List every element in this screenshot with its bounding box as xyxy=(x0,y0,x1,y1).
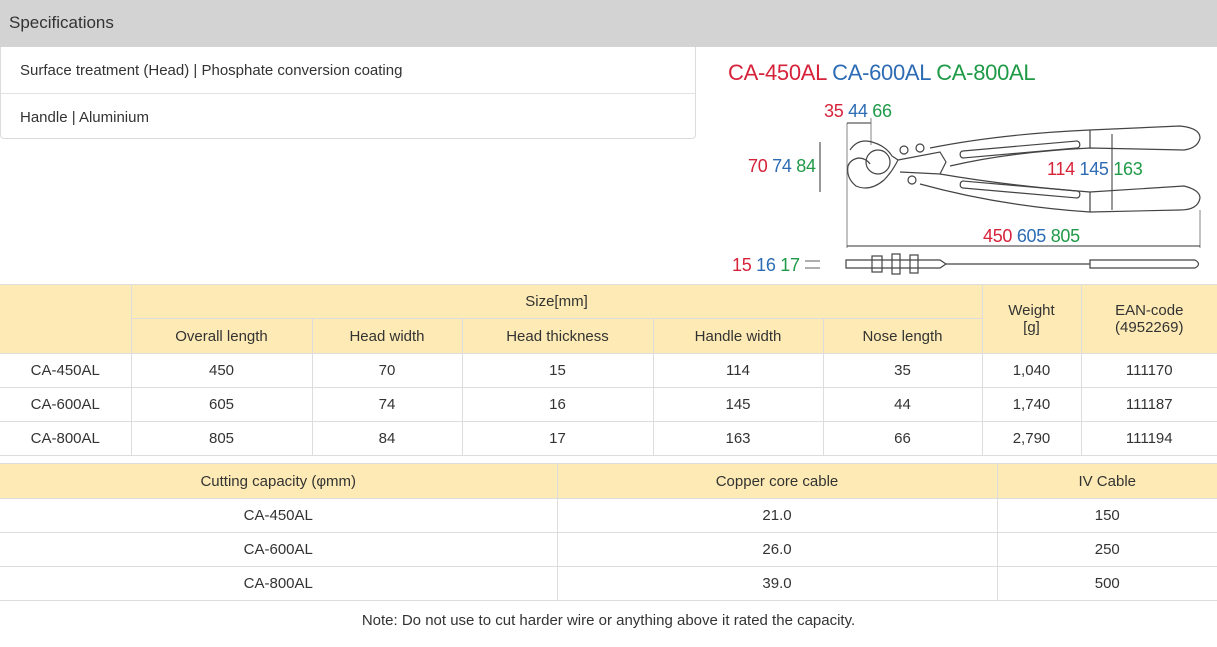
head-thickness-3: 17 xyxy=(780,255,800,275)
column-header-head-width: Head width xyxy=(311,318,463,354)
column-header-cutting-capacity: Cutting capacity (φmm) xyxy=(0,463,558,499)
pivot-bolt-1 xyxy=(899,145,909,155)
model-cell: CA-450AL xyxy=(0,353,132,388)
size-table: Size[mm] Weight [g] EAN-code (4952269) O… xyxy=(0,284,1217,456)
weight-cell: 1,740 xyxy=(981,387,1082,422)
model-title-1: CA-450AL xyxy=(728,60,827,85)
column-header-handle-width: Handle width xyxy=(652,318,824,354)
cutter-head xyxy=(847,140,899,189)
head-thickness-labels: 15 16 17 xyxy=(732,255,800,276)
overall-length-cell: 805 xyxy=(130,421,313,456)
copper-cell: 21.0 xyxy=(556,498,998,533)
model-cell: CA-600AL xyxy=(0,387,132,422)
table-row: CA-800AL 805 84 17 163 66 2,790 111194 xyxy=(0,421,1217,456)
section-title: Specifications xyxy=(9,13,114,32)
cable-cutter-diagram xyxy=(805,118,1201,275)
model-title-2: CA-600AL xyxy=(832,60,931,85)
column-header-head-thickness: Head thickness xyxy=(461,318,654,354)
side-view-bolt-2 xyxy=(891,253,901,275)
spec-list: Surface treatment (Head) | Phosphate con… xyxy=(0,47,696,139)
ean-header-label: EAN-code xyxy=(1115,302,1184,319)
side-view-bolt-3 xyxy=(909,254,919,274)
lower-handle xyxy=(919,173,1201,213)
column-header-copper-core-cable: Copper core cable xyxy=(556,463,998,499)
side-view-head xyxy=(845,259,948,269)
head-width-1: 70 xyxy=(748,156,768,176)
pivot-bolt-2 xyxy=(915,143,925,153)
ean-cell: 111194 xyxy=(1080,421,1217,456)
cutter-body xyxy=(897,151,947,175)
head-width-cell: 84 xyxy=(311,421,463,456)
column-header-overall-length: Overall length xyxy=(131,318,313,354)
copper-cell: 26.0 xyxy=(556,532,998,567)
ean-header-prefix: (4952269) xyxy=(1115,319,1184,336)
model-titles: CA-450AL CA-600AL CA-800AL xyxy=(728,60,1036,86)
handle-width-cell: 163 xyxy=(652,421,824,456)
model-cell: CA-800AL xyxy=(0,566,558,601)
spec-divider xyxy=(1,93,695,94)
upper-handle xyxy=(929,125,1201,167)
column-header-nose-length: Nose length xyxy=(822,318,982,354)
iv-cell: 150 xyxy=(996,498,1217,533)
nose-length-cell: 44 xyxy=(822,387,983,422)
ean-header: EAN-code (4952269) xyxy=(1080,284,1217,354)
ean-cell: 111187 xyxy=(1080,387,1217,422)
head-thickness-cell: 15 xyxy=(461,353,654,388)
weight-cell: 2,790 xyxy=(981,421,1082,456)
model-cell: CA-450AL xyxy=(0,498,558,533)
handle-width-cell: 114 xyxy=(652,353,824,388)
head-thickness-2: 16 xyxy=(756,255,776,275)
table-row: CA-600AL 605 74 16 145 44 1,740 111187 xyxy=(0,387,1217,422)
iv-cell: 500 xyxy=(996,566,1217,601)
section-header: Specifications xyxy=(0,0,1217,47)
ean-cell: 111170 xyxy=(1080,353,1217,388)
size-group-header: Size[mm] xyxy=(130,284,983,319)
model-title-3: CA-800AL xyxy=(936,60,1036,85)
spec-handle: Handle | Aluminium xyxy=(20,109,149,126)
model-cell: CA-800AL xyxy=(0,421,132,456)
table-row: CA-800AL 39.0 500 xyxy=(0,566,1217,601)
overall-length-cell: 450 xyxy=(130,353,313,388)
pivot-bolt-3 xyxy=(907,175,917,185)
table-row: CA-600AL 26.0 250 xyxy=(0,532,1217,567)
head-width-cell: 70 xyxy=(311,353,463,388)
side-view-bolt-1 xyxy=(871,255,883,273)
cutting-capacity-table: Cutting capacity (φmm) Copper core cable… xyxy=(0,463,1217,601)
capacity-note: Note: Do not use to cut harder wire or a… xyxy=(361,612,856,629)
weight-cell: 1,040 xyxy=(981,353,1082,388)
side-view-grip xyxy=(1089,259,1200,269)
model-header-cell xyxy=(0,284,132,354)
model-cell: CA-600AL xyxy=(0,532,558,567)
iv-cell: 250 xyxy=(996,532,1217,567)
spec-surface-treatment: Surface treatment (Head) | Phosphate con… xyxy=(20,62,403,79)
nose-length-cell: 66 xyxy=(822,421,983,456)
head-thickness-cell: 16 xyxy=(461,387,654,422)
head-width-cell: 74 xyxy=(311,387,463,422)
upper-handle-slot xyxy=(959,140,1081,159)
overall-length-cell: 605 xyxy=(130,387,313,422)
column-header-iv-cable: IV Cable xyxy=(996,463,1217,499)
table-row: CA-450AL 21.0 150 xyxy=(0,498,1217,533)
table-row: CA-450AL 450 70 15 114 35 1,040 111170 xyxy=(0,353,1217,388)
head-thickness-1: 15 xyxy=(732,255,752,275)
copper-cell: 39.0 xyxy=(556,566,998,601)
handle-width-cell: 145 xyxy=(652,387,824,422)
nose-length-cell: 35 xyxy=(822,353,983,388)
head-thickness-cell: 17 xyxy=(461,421,654,456)
weight-header-unit: [g] xyxy=(1023,319,1040,336)
lower-handle-slot xyxy=(959,180,1081,199)
weight-header: Weight [g] xyxy=(981,284,1082,354)
weight-header-label: Weight xyxy=(1008,302,1055,319)
cutter-jaw xyxy=(865,149,891,175)
head-width-2: 74 xyxy=(772,156,792,176)
